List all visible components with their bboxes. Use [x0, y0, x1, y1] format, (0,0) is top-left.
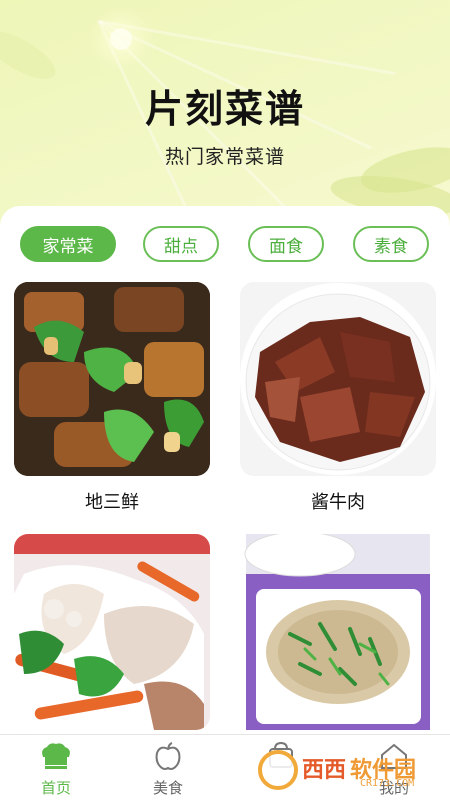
- nav-home[interactable]: 首页: [0, 735, 112, 800]
- category-tabs: 家常菜 甜点 面食 素食: [0, 226, 450, 262]
- recipe-item-4[interactable]: [240, 534, 436, 734]
- chef-hat-icon: [0, 741, 112, 771]
- apple-icon: [112, 741, 224, 771]
- app-subtitle: 热门家常菜谱: [164, 146, 285, 168]
- recipe-photo-dishansan[interactable]: [14, 282, 210, 476]
- hero-banner: 片刻菜谱 热门家常菜谱: [0, 0, 450, 230]
- sun-glow-decoration: [110, 28, 132, 50]
- recipe-name-jiangniurou[interactable]: 酱牛肉: [240, 488, 436, 514]
- recipe-item-1[interactable]: 地三鲜: [14, 282, 210, 522]
- tab-vegetarian[interactable]: 素食: [353, 226, 429, 262]
- recipe-photo-squid[interactable]: [14, 534, 210, 730]
- recipe-item-3[interactable]: [14, 534, 210, 734]
- recipe-card-panel: 家常菜 甜点 面食 素食 地三鲜 酱牛肉: [0, 206, 450, 800]
- app-title: 片刻菜谱: [144, 87, 305, 131]
- nav-label-food: 美食: [152, 779, 183, 797]
- recipe-photo-jiangniurou[interactable]: [240, 282, 436, 476]
- tab-homestyle[interactable]: 家常菜: [20, 226, 116, 262]
- tab-dessert[interactable]: 甜点: [143, 226, 219, 262]
- nav-label-home: 首页: [40, 779, 71, 797]
- recipe-item-2[interactable]: 酱牛肉: [240, 282, 436, 522]
- watermark-circle-icon: [258, 750, 298, 790]
- watermark-url: CR173.COM: [360, 778, 415, 789]
- recipe-photo-tofu-shreds[interactable]: [240, 534, 436, 730]
- nav-food[interactable]: 美食: [112, 735, 224, 800]
- recipe-name-dishansan[interactable]: 地三鲜: [14, 488, 210, 514]
- watermark-text-1: 西西: [302, 758, 347, 783]
- tab-noodles[interactable]: 面食: [248, 226, 324, 262]
- watermark-logo: 西西 软件园 CR173.COM: [258, 748, 434, 792]
